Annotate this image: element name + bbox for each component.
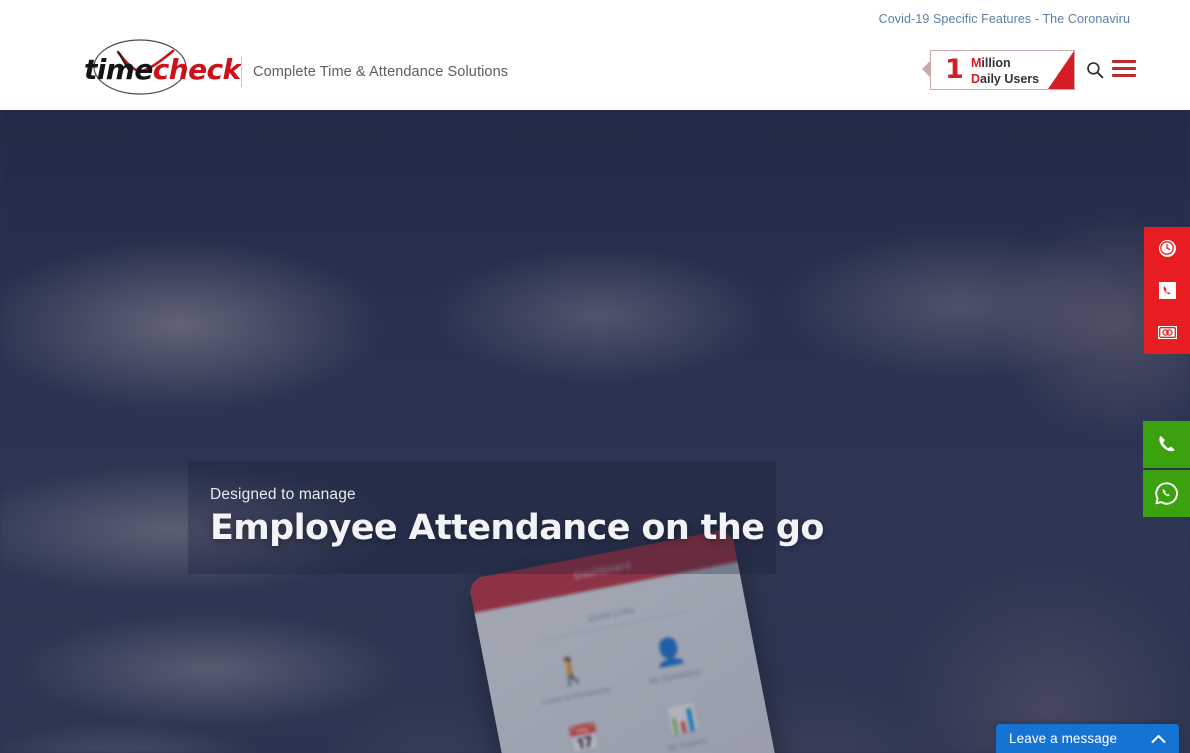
badge-label: Million Daily Users: [971, 56, 1039, 87]
contact-shortcut[interactable]: [1144, 269, 1190, 311]
badge-line1-rest: illion: [981, 56, 1011, 70]
chat-label: Leave a message: [1009, 731, 1118, 746]
time-tracking-shortcut[interactable]: [1144, 227, 1190, 269]
site-logo[interactable]: timecheck: [78, 38, 241, 96]
logo-wordmark: timecheck: [84, 56, 241, 84]
hero-caption-box: Designed to manage Employee Attendance o…: [188, 461, 824, 574]
hero-kicker: Designed to manage: [210, 486, 356, 503]
call-button[interactable]: [1143, 421, 1190, 468]
badge-number: 1: [945, 54, 964, 85]
phone-square-icon: [1158, 281, 1176, 299]
site-tagline: Complete Time & Attendance Solutions: [253, 64, 509, 80]
badge-line2-rest: aily Users: [980, 71, 1040, 86]
hamburger-menu-icon[interactable]: [1112, 60, 1136, 78]
whatsapp-button[interactable]: [1143, 470, 1190, 517]
badge-line1-initial: M: [971, 56, 982, 70]
badge-accent-triangle: [1048, 51, 1074, 89]
whatsapp-icon: [1155, 482, 1178, 505]
hamburger-bar: [1112, 67, 1136, 70]
clock-icon: [1158, 239, 1176, 257]
hamburger-bar: [1112, 60, 1136, 63]
search-icon[interactable]: [1086, 61, 1104, 79]
phone-icon: [1159, 435, 1175, 452]
chevron-up-icon[interactable]: [1151, 734, 1166, 744]
hamburger-bar: [1112, 74, 1136, 77]
logo-word-time: time: [84, 53, 153, 86]
hero-headline: Employee Attendance on the go: [210, 508, 824, 548]
million-daily-users-badge[interactable]: 1 Million Daily Users: [930, 50, 1075, 90]
header-divider: [241, 57, 242, 87]
page-root: Covid-19 Specific Features - The Coronav…: [0, 0, 1190, 753]
logo-word-check: check: [152, 53, 241, 86]
leave-a-message-bar[interactable]: Leave a message: [996, 724, 1179, 753]
money-icon: [1157, 326, 1177, 340]
covid-features-link[interactable]: Covid-19 Specific Features - The Coronav…: [879, 12, 1130, 26]
badge-line2-initial: D: [971, 71, 981, 86]
site-header: Covid-19 Specific Features - The Coronav…: [0, 0, 1190, 110]
red-quick-actions-panel: [1144, 227, 1190, 354]
green-contact-panel: [1143, 421, 1190, 517]
hero-banner: Dashboard Quick Links 🚶 Leave & Permissi…: [0, 110, 1190, 753]
payroll-shortcut[interactable]: [1144, 312, 1190, 354]
